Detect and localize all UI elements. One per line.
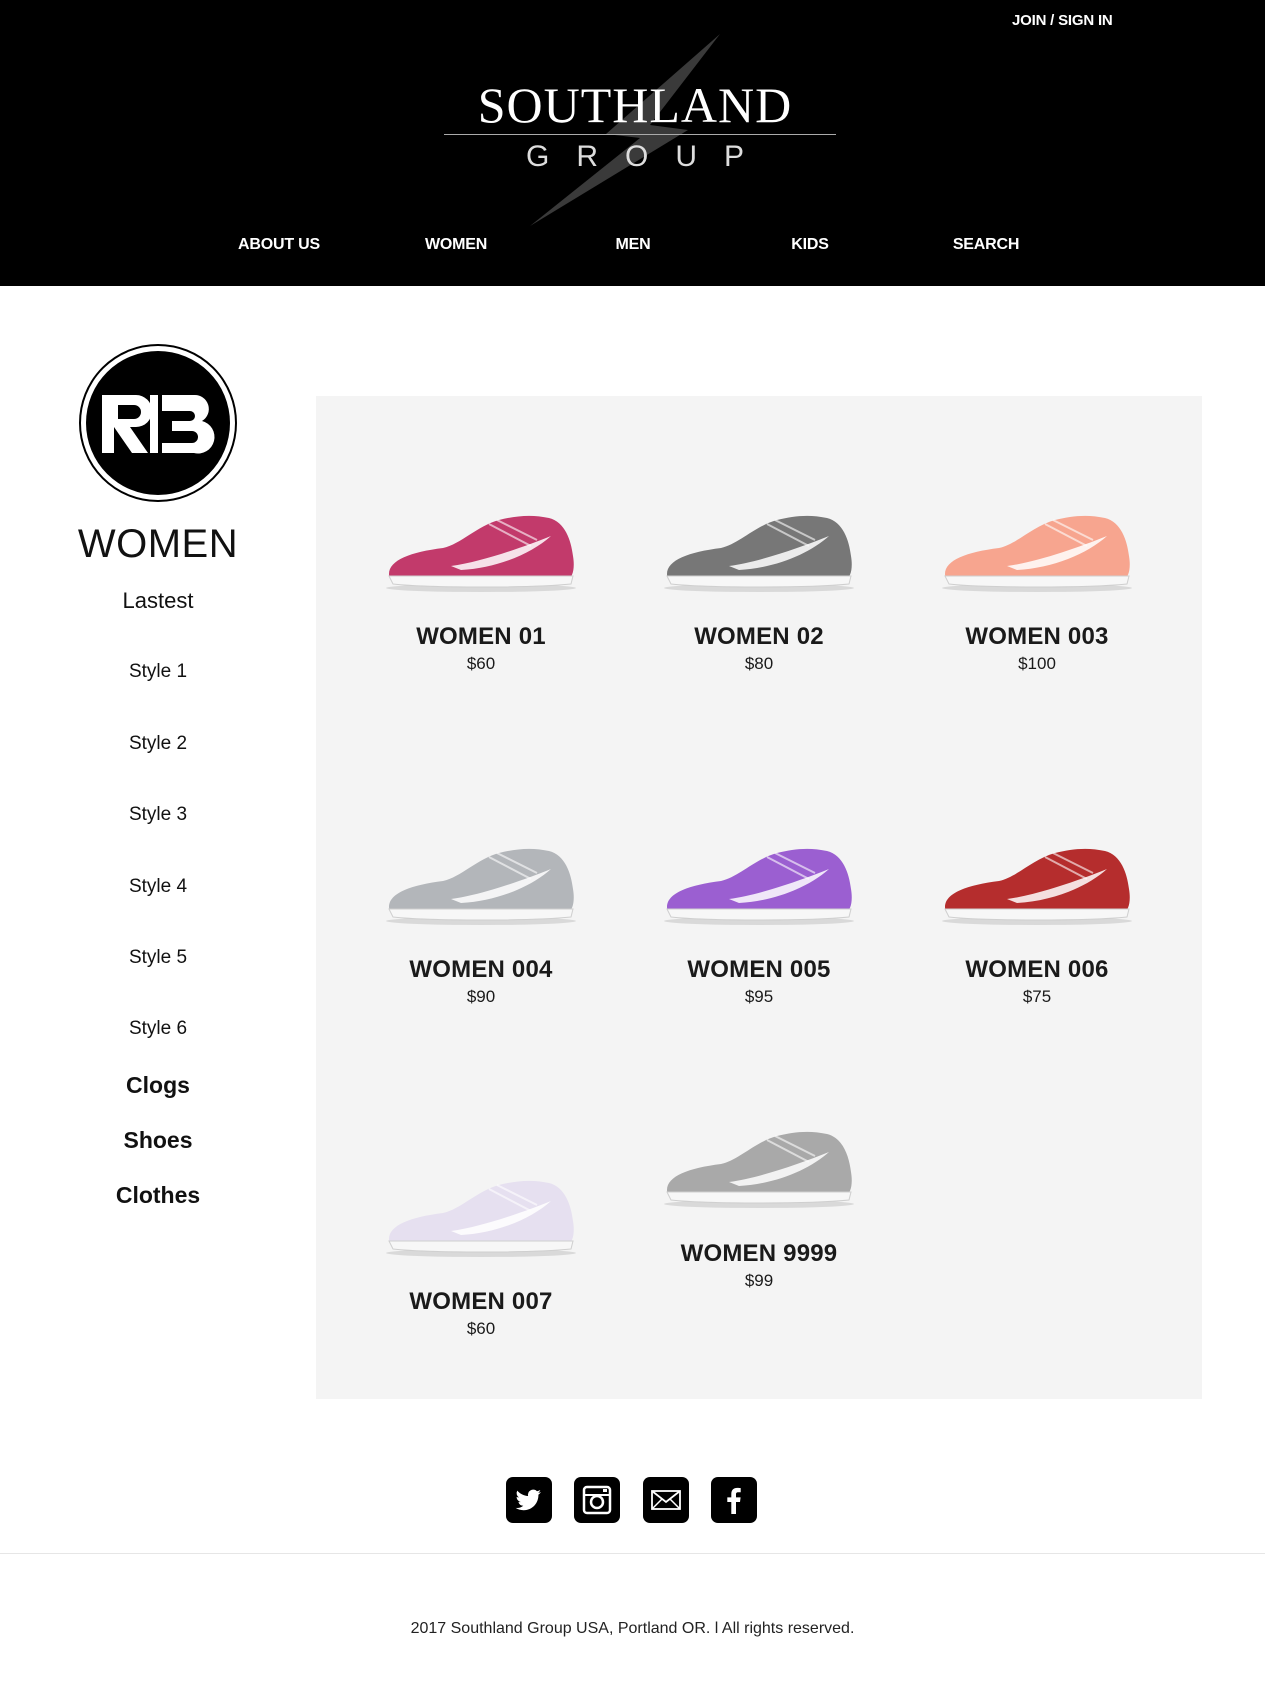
product-card[interactable]: WOMEN 007 $60 <box>336 1161 626 1411</box>
product-price: $95 <box>744 987 774 1006</box>
brand-badge-logo <box>79 344 237 502</box>
sidebar-item-style-3[interactable]: Style 3 <box>0 804 316 826</box>
product-card[interactable]: WOMEN 02 $80 <box>614 496 904 746</box>
facebook-icon[interactable] <box>711 1477 757 1523</box>
shoe-image <box>664 515 854 592</box>
product-price: $100 <box>1018 654 1056 673</box>
product-card[interactable]: WOMEN 005 $95 <box>614 829 904 1079</box>
join-signin-link[interactable]: JOIN / SIGN IN <box>1012 12 1113 29</box>
product-name: WOMEN 004 <box>409 956 553 983</box>
product-grid: WOMEN 01 $60 WOMEN 02 $80 WOMEN 003 $100… <box>316 396 1202 1399</box>
logo-subtitle: GROUP <box>525 140 771 173</box>
instagram-icon[interactable] <box>574 1477 620 1523</box>
shoe-image <box>386 1180 576 1257</box>
product-card[interactable]: WOMEN 01 $60 <box>336 496 626 746</box>
sidebar-item-clogs[interactable]: Clogs <box>0 1072 316 1099</box>
sidebar-item-style-2[interactable]: Style 2 <box>0 733 316 755</box>
product-name: WOMEN 02 <box>694 623 824 650</box>
copyright-text: 2017 Southland Group USA, Portland OR. l… <box>410 1620 855 1637</box>
sidebar-item-shoes[interactable]: Shoes <box>0 1127 316 1154</box>
product-price: $60 <box>466 1319 496 1338</box>
product-price: $60 <box>466 654 496 673</box>
sidebar-item-style-4[interactable]: Style 4 <box>0 876 316 898</box>
twitter-icon[interactable] <box>506 1477 552 1523</box>
category-title: WOMEN <box>77 522 239 566</box>
mail-icon[interactable] <box>643 1477 689 1523</box>
site-header: JOIN / SIGN IN SOUTHLAND GROUP ABOUT US … <box>0 0 1265 286</box>
sidebar-item-latest[interactable]: Lastest <box>0 588 316 614</box>
product-price: $80 <box>744 654 774 673</box>
product-card[interactable]: WOMEN 9999 $99 <box>614 1112 904 1362</box>
product-price: $90 <box>466 987 496 1006</box>
product-name: WOMEN 005 <box>687 956 831 983</box>
shoe-image <box>664 1131 854 1208</box>
logo-title: SOUTHLAND <box>477 77 793 133</box>
product-name: WOMEN 007 <box>409 1288 553 1315</box>
footer-divider <box>0 1553 1265 1554</box>
sidebar-item-clothes[interactable]: Clothes <box>0 1182 316 1209</box>
product-name: WOMEN 01 <box>416 623 546 650</box>
shoe-image <box>386 848 576 925</box>
nav-kids[interactable]: KIDS <box>791 236 829 254</box>
nav-women[interactable]: WOMEN <box>425 236 487 254</box>
nav-search[interactable]: SEARCH <box>953 236 1020 254</box>
site-logo[interactable]: SOUTHLAND GROUP <box>430 30 840 230</box>
shoe-image <box>664 848 854 925</box>
sidebar-item-style-5[interactable]: Style 5 <box>0 947 316 969</box>
product-price: $99 <box>744 1271 774 1290</box>
sidebar-item-style-6[interactable]: Style 6 <box>0 1018 316 1040</box>
shoe-image <box>942 848 1132 925</box>
shoe-image <box>386 515 576 592</box>
product-name: WOMEN 9999 <box>680 1240 838 1267</box>
product-card[interactable]: WOMEN 006 $75 <box>892 829 1182 1079</box>
nav-men[interactable]: MEN <box>616 236 651 254</box>
nav-about-us[interactable]: ABOUT US <box>238 236 320 254</box>
product-name: WOMEN 003 <box>965 623 1109 650</box>
product-price: $75 <box>1022 987 1052 1006</box>
logo-divider <box>444 134 836 135</box>
social-links <box>0 1477 1265 1523</box>
product-card[interactable]: WOMEN 004 $90 <box>336 829 626 1079</box>
product-card[interactable]: WOMEN 003 $100 <box>892 496 1182 746</box>
shoe-image <box>942 515 1132 592</box>
sidebar-item-style-1[interactable]: Style 1 <box>0 661 316 683</box>
product-name: WOMEN 006 <box>965 956 1109 983</box>
